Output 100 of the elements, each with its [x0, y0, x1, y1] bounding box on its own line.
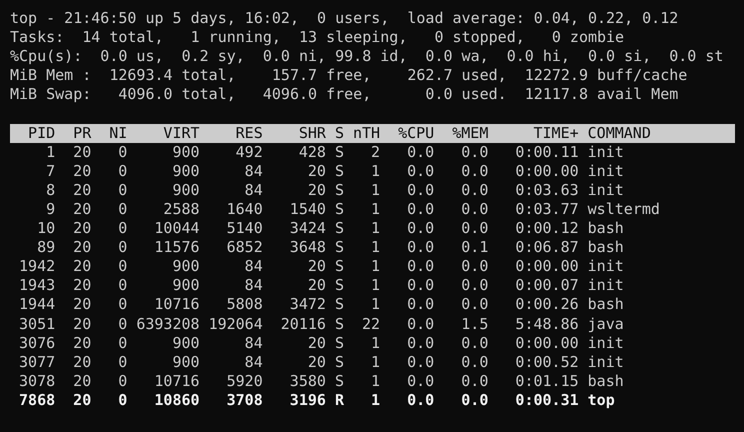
table-cell-text: 0.0 — [460, 334, 488, 353]
table-cell-text: 900 — [171, 142, 200, 162]
table-cell-text: 0 — [117, 142, 128, 162]
table-cell-text: 10044 — [153, 219, 200, 238]
table-cell-text: 20 — [72, 142, 92, 162]
table-cell-text: 0:00.26 — [514, 295, 579, 314]
table-cell-text: 0.0 — [406, 372, 434, 391]
table-cell-text: 0.0 — [406, 352, 434, 372]
table-cell-text: 1 — [370, 162, 380, 181]
table-cell-text: 0.0 — [406, 295, 434, 314]
table-cell-text: 0 — [117, 162, 128, 181]
table-cell-text: 0 — [117, 334, 128, 353]
table-cell-text: 0.0 — [460, 352, 488, 372]
table-cell-text: 84 — [244, 180, 263, 200]
table-cell-text: 0.0 — [460, 295, 488, 314]
table-cell-text: 20 — [72, 314, 92, 334]
table-cell-text: 900 — [171, 334, 200, 353]
table-cell-text: 900 — [171, 180, 200, 200]
table-cell-text: 10716 — [153, 372, 200, 391]
table-cell-text: 1 — [370, 352, 380, 372]
table-cell-text: 0 — [117, 219, 128, 238]
summary-line: MiB Swap: 4096.0 total, 4096.0 free, 0.0 used. 12117.8 avail Mem — [10, 85, 678, 104]
table-cell-text: 0:03.63 — [514, 180, 579, 200]
table-cell-text: 1 — [370, 276, 380, 296]
table-cell-text: 1640 — [226, 200, 263, 220]
table-cell: java — [588, 314, 624, 334]
table-cell-text: 0 — [117, 352, 128, 372]
table-cell-text: 10860 — [153, 390, 200, 410]
table-cell-text: 0.0 — [406, 257, 434, 276]
table-cell-text: 3076 — [18, 334, 56, 353]
table-cell-text: 9 — [45, 200, 56, 220]
table-cell-text: 20 — [72, 180, 92, 200]
table-cell: init — [588, 162, 624, 181]
table-cell-text: 7868 — [18, 390, 56, 410]
table-cell-text: 11576 — [153, 238, 200, 258]
table-cell-text: 0.0 — [406, 314, 434, 334]
table-cell: S — [334, 314, 344, 334]
table-cell-text: 0.0 — [460, 276, 488, 296]
table-cell-text: 1 — [370, 238, 380, 258]
table-cell-text: 20116 — [280, 314, 326, 334]
table-cell: 6393208 — [136, 314, 200, 334]
table-cell-text: 3580 — [288, 372, 326, 391]
table-cell-text: 0 — [117, 257, 128, 276]
table-cell-text: 0.0 — [406, 162, 434, 181]
table-cell: init — [588, 257, 624, 276]
table-cell-text: 20 — [72, 334, 92, 353]
table-cell-text: 84 — [244, 162, 263, 181]
table-cell-text: 1540 — [288, 200, 326, 220]
table-cell-text: 1 — [370, 257, 380, 276]
column-header: COMMAND — [588, 124, 651, 143]
table-cell-text: 1 — [370, 295, 380, 314]
table-cell-text: 84 — [244, 352, 263, 372]
table-cell-text: 20 — [306, 162, 326, 181]
table-cell-text: 5:48.86 — [514, 314, 579, 334]
table-cell-text: 20 — [306, 334, 326, 353]
table-cell: bash — [588, 295, 624, 314]
table-cell-text: 5140 — [226, 219, 263, 238]
table-cell-text: 1 — [370, 372, 380, 391]
table-cell-text: 0 — [117, 238, 128, 258]
table-cell-text: 0.0 — [460, 390, 488, 410]
table-cell: init — [588, 142, 624, 162]
table-cell-text: 20 — [306, 180, 326, 200]
column-header: PR — [72, 124, 92, 143]
table-cell: bash — [588, 219, 624, 238]
table-cell: S — [334, 257, 344, 276]
table-cell-text: 1943 — [18, 276, 56, 296]
table-cell-text: 1 — [370, 219, 380, 238]
table-cell-text: 3472 — [288, 295, 326, 314]
table-cell: S — [334, 219, 344, 238]
summary-line: top - 21:46:50 up 5 days, 16:02, 0 users, load average: 0.04, 0.22, 0.12 — [10, 9, 678, 27]
table-cell-text: 0.0 — [460, 162, 488, 181]
table-cell-text: 20 — [306, 352, 326, 372]
table-cell-text: 5920 — [226, 372, 263, 391]
table-cell-text: 0 — [117, 390, 128, 410]
table-cell: init — [588, 276, 624, 296]
table-cell-text: 3708 — [226, 390, 263, 410]
table-cell: bash — [588, 372, 624, 391]
table-cell-text: 0.0 — [406, 180, 434, 200]
column-header: S — [334, 124, 344, 143]
table-cell-text: 5808 — [226, 295, 263, 314]
column-header: NI — [108, 124, 128, 143]
table-cell-text: 900 — [171, 352, 200, 372]
table-cell-text: 84 — [244, 257, 263, 276]
table-cell-text: 0.0 — [460, 180, 488, 200]
table-cell: init — [588, 180, 624, 200]
column-header: SHR — [298, 124, 326, 143]
table-cell-text: 20 — [72, 295, 92, 314]
table-cell-text: 22 — [360, 314, 380, 334]
table-cell-text: 20 — [72, 238, 92, 258]
table-cell-text: 1 — [370, 180, 380, 200]
table-cell: S — [334, 142, 344, 162]
table-cell: S — [334, 180, 344, 200]
table-cell-text: 0:03.77 — [514, 200, 579, 220]
table-cell-text: 20 — [306, 276, 326, 296]
table-cell-text: 0 — [117, 180, 128, 200]
table-cell-text: 3648 — [288, 238, 326, 258]
table-cell-text: 0.0 — [406, 276, 434, 296]
table-cell-text: 0.0 — [406, 200, 434, 220]
table-cell-text: 20 — [306, 257, 326, 276]
table-cell-text: 0.0 — [406, 219, 434, 238]
